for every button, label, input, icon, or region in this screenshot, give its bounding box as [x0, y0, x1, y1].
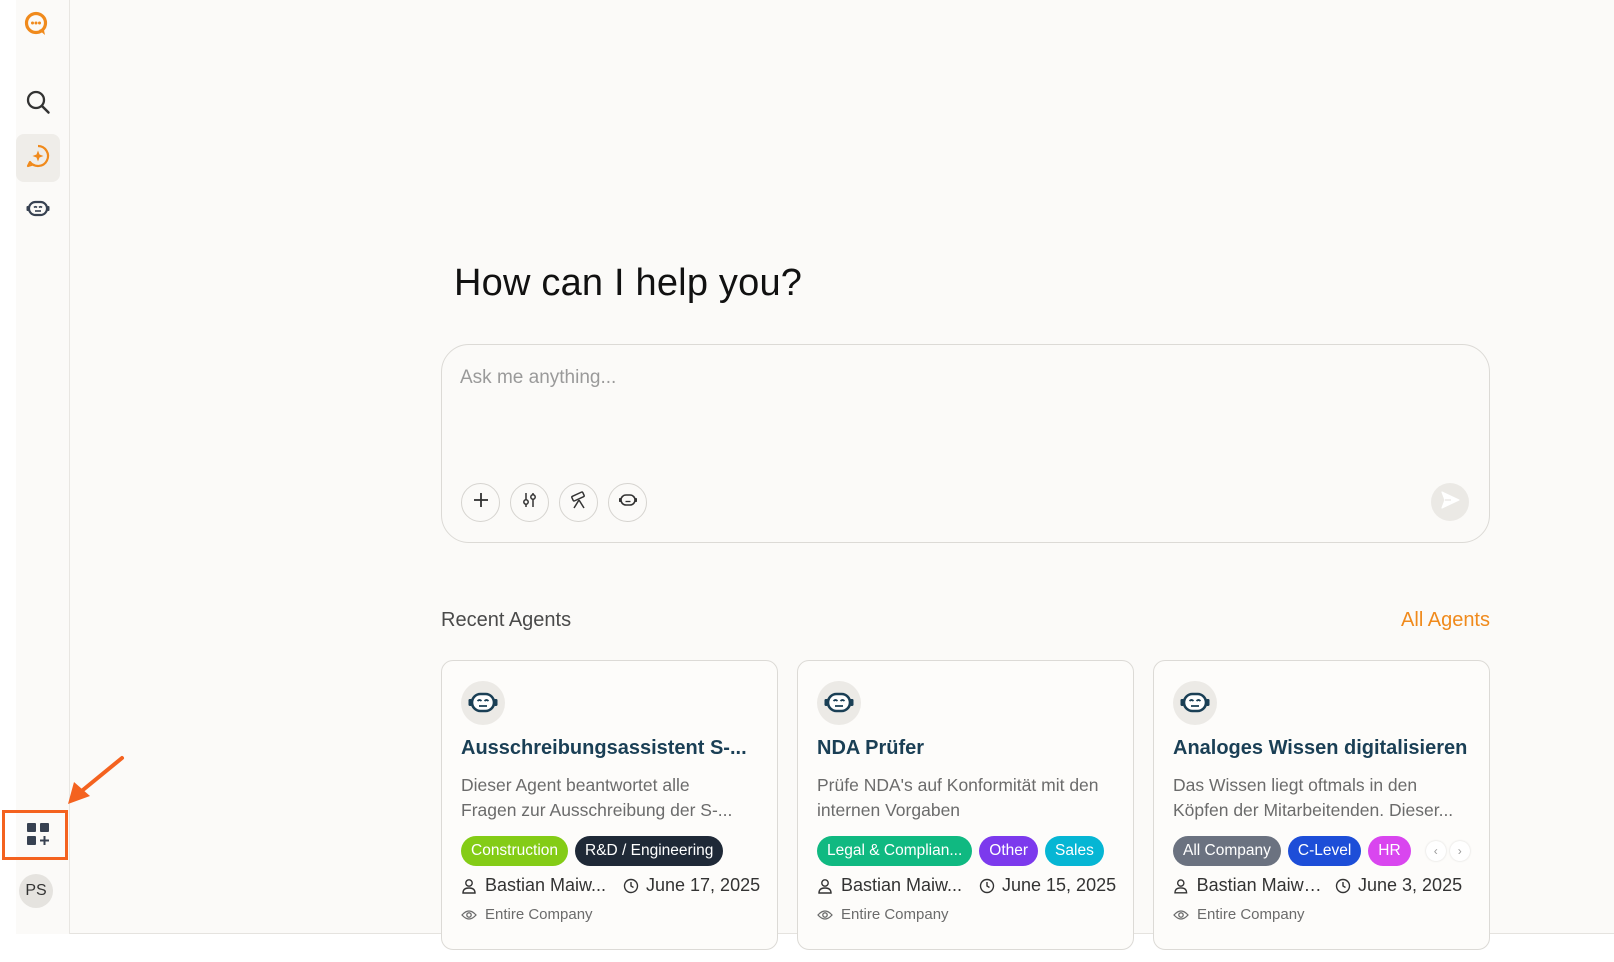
- agent-date-text: June 17, 2025: [646, 875, 761, 895]
- chevron-left-icon[interactable]: ‹: [1425, 841, 1446, 861]
- annotation-arrow-icon: [68, 756, 124, 804]
- agent-date: June 17, 2025: [623, 875, 760, 896]
- agent-visibility-text: Entire Company: [841, 906, 949, 923]
- all-agents-link[interactable]: All Agents: [1401, 609, 1490, 632]
- app-window: PS How can I help you? Recent Agents All…: [2, 0, 1614, 950]
- chat-input[interactable]: [460, 367, 1440, 389]
- agent-author: Bastian Maiw...: [817, 875, 969, 896]
- agent-description: Dieser Agent beantwortet alle Fragen zur…: [461, 773, 761, 823]
- sidebar-item-agents[interactable]: [16, 186, 60, 234]
- search-icon: [25, 89, 51, 120]
- recent-agents-title: Recent Agents: [441, 609, 572, 631]
- tag-scroll-arrows: ‹ ›: [1425, 841, 1470, 861]
- agent-title[interactable]: NDA Prüfer: [817, 737, 1117, 760]
- agent-date-text: June 3, 2025: [1358, 875, 1463, 895]
- agent-tags: All Company C-Level HR ‹ ›: [1173, 836, 1470, 866]
- agent-author-name: Bastian Maiwo...: [1196, 875, 1325, 895]
- agent-author: Bastian Maiw...: [461, 875, 613, 896]
- agent-select-button[interactable]: [608, 483, 647, 522]
- agent-author-name: Bastian Maiw...: [485, 875, 607, 895]
- agent-robot-icon: [817, 681, 861, 725]
- user-icon: [818, 878, 832, 894]
- agent-meta: Bastian Maiw... June 17, 2025: [461, 875, 760, 896]
- robot-icon: [618, 490, 638, 515]
- chat-composer: [441, 344, 1490, 543]
- robot-icon: [25, 195, 51, 226]
- agent-description: Prüfe NDA's auf Konformität mit den inte…: [817, 773, 1117, 823]
- eye-icon: [461, 909, 477, 920]
- highlight-annotation-box: [2, 810, 68, 860]
- user-icon: [1174, 878, 1188, 893]
- agent-tag[interactable]: C-Level: [1287, 836, 1362, 866]
- chat-logo-icon[interactable]: [22, 10, 52, 40]
- agent-author-name: Bastian Maiw...: [841, 875, 963, 895]
- agent-description-line: Köpfen der Mitarbeitenden. Dieser...: [1173, 800, 1454, 820]
- agent-card[interactable]: Ausschreibungsassistent S-... Dieser Age…: [441, 660, 778, 950]
- page-title: How can I help you?: [454, 262, 803, 304]
- clock-icon: [623, 878, 639, 893]
- agent-author: Bastian Maiwo...: [1173, 875, 1325, 896]
- chevron-right-icon[interactable]: ›: [1449, 841, 1470, 861]
- settings-sliders-button[interactable]: [510, 483, 549, 522]
- eye-icon: [1173, 909, 1189, 920]
- agent-meta: Bastian Maiw... June 15, 2025: [817, 875, 1116, 896]
- sliders-icon: [521, 491, 539, 514]
- agent-robot-icon: [1173, 681, 1217, 725]
- agent-visibility-text: Entire Company: [485, 906, 593, 923]
- eye-icon: [817, 909, 833, 920]
- sidebar-item-new-chat[interactable]: [16, 134, 60, 182]
- agent-description-line: Fragen zur Ausschreibung der S-...: [461, 800, 733, 820]
- avatar[interactable]: PS: [19, 874, 53, 908]
- agent-tag[interactable]: Construction: [461, 836, 569, 866]
- agent-description: Das Wissen liegt oftmals in den Köpfen d…: [1173, 773, 1473, 823]
- agent-description-line: Prüfe NDA's auf Konformität mit den: [817, 775, 1099, 795]
- agent-tag[interactable]: All Company: [1173, 836, 1281, 866]
- send-button[interactable]: [1431, 483, 1469, 521]
- agent-visibility: Entire Company: [461, 906, 593, 923]
- telescope-icon: [569, 490, 589, 515]
- agent-tag[interactable]: Sales: [1045, 836, 1104, 866]
- agent-tag[interactable]: Other: [979, 836, 1039, 866]
- agent-card[interactable]: Analoges Wissen digitalisieren Das Wisse…: [1153, 660, 1490, 950]
- user-icon: [462, 878, 476, 894]
- plus-icon: [472, 491, 490, 514]
- agent-tags: Legal & Complian... Other Sales: [817, 836, 1104, 866]
- clock-icon: [1335, 878, 1351, 893]
- agent-description-line: Dieser Agent beantwortet alle: [461, 775, 690, 795]
- clock-icon: [979, 878, 995, 893]
- attach-button[interactable]: [461, 483, 500, 522]
- agent-visibility: Entire Company: [817, 906, 949, 923]
- agent-date-text: June 15, 2025: [1002, 875, 1117, 895]
- agent-title[interactable]: Ausschreibungsassistent S-...: [461, 737, 761, 760]
- agent-date: June 15, 2025: [979, 875, 1116, 896]
- agent-title[interactable]: Analoges Wissen digitalisieren: [1173, 737, 1473, 760]
- agent-visibility: Entire Company: [1173, 906, 1305, 923]
- agent-description-line: Das Wissen liegt oftmals in den: [1173, 775, 1418, 795]
- research-button[interactable]: [559, 483, 598, 522]
- agent-description-line: internen Vorgaben: [817, 800, 961, 820]
- agent-visibility-text: Entire Company: [1197, 906, 1305, 923]
- sidebar-item-search[interactable]: [16, 80, 60, 128]
- agent-card[interactable]: NDA Prüfer Prüfe NDA's auf Konformität m…: [797, 660, 1134, 950]
- new-chat-sparkle-icon: [25, 143, 51, 174]
- agent-tag[interactable]: R&D / Engineering: [575, 836, 724, 866]
- main-content: How can I help you? Recent Agents All Ag…: [70, 0, 1614, 950]
- agent-robot-icon: [461, 681, 505, 725]
- agent-meta: Bastian Maiwo... June 3, 2025: [1173, 875, 1462, 896]
- agent-tag[interactable]: Legal & Complian...: [817, 836, 973, 866]
- send-icon: [1439, 489, 1461, 516]
- agent-tags: Construction R&D / Engineering: [461, 836, 724, 866]
- agent-tag[interactable]: HR: [1368, 836, 1411, 866]
- agent-date: June 3, 2025: [1335, 875, 1462, 896]
